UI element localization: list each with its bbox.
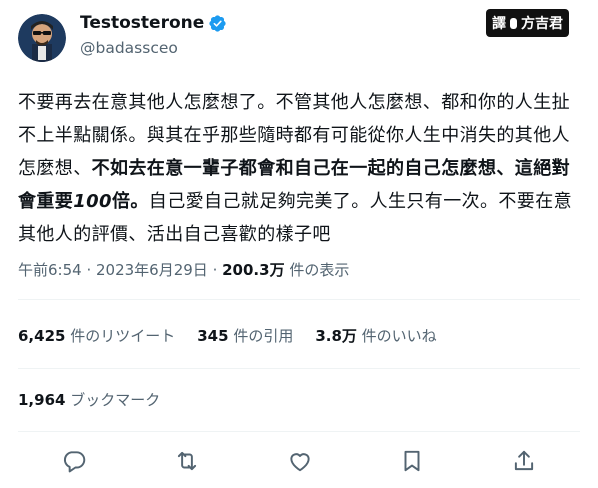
like-label: 件のいいね (356, 327, 437, 345)
meta-separator: · (207, 261, 223, 279)
author-handle[interactable]: @badassceo (80, 38, 178, 58)
tweet-text-bold-end: 倍。 (111, 191, 149, 212)
author-name[interactable]: Testosterone (80, 12, 227, 34)
tweet-time[interactable]: 午前6:54 (18, 261, 82, 279)
tweet-header: Testosterone @badassceo 譯 方吉君 (0, 0, 598, 72)
retweet-icon (177, 451, 197, 471)
bookmark-count-link[interactable]: 1,964 ブックマーク (18, 390, 160, 410)
bookmark-button[interactable] (399, 448, 425, 474)
tweet-text: 不要再去在意其他人怎麼想了。不管其他人怎麼想、都和你的人生扯不上半點關係。與其在… (18, 86, 583, 251)
meta-separator: · (81, 261, 96, 279)
reply-icon (63, 451, 86, 473)
retweet-label: 件のリツイート (65, 327, 176, 345)
retweet-button[interactable] (174, 448, 200, 474)
tweet-text-bold-italic: 100 (73, 191, 112, 212)
bookmark-icon (404, 450, 420, 472)
view-count-label: 件の表示 (284, 261, 350, 279)
divider (18, 431, 580, 432)
divider (18, 299, 580, 300)
tweet-actions (0, 444, 598, 478)
view-count: 200.3万 (222, 261, 285, 279)
tweet-meta: 午前6:54 · 2023年6月29日 · 200.3万 件の表示 (18, 260, 349, 280)
reply-button[interactable] (61, 448, 87, 474)
watermark-left: 譯 (492, 16, 506, 32)
bookmark-label: ブックマーク (65, 391, 161, 409)
translator-watermark: 譯 方吉君 (486, 9, 569, 37)
retweet-count-link[interactable]: 6,425 件のリツイート (18, 326, 175, 346)
engagement-stats: 6,425 件のリツイート 345 件の引用 3.8万 件のいいね (18, 326, 459, 346)
quote-count: 345 (197, 327, 229, 345)
author-name-text: Testosterone (80, 13, 205, 33)
share-button[interactable] (511, 448, 537, 474)
like-button[interactable] (287, 448, 313, 474)
share-icon (514, 450, 534, 471)
retweet-count: 6,425 (18, 327, 66, 345)
like-count-link[interactable]: 3.8万 件のいいね (315, 326, 436, 346)
watermark-dot (510, 17, 517, 29)
quote-count-link[interactable]: 345 件の引用 (197, 326, 293, 346)
like-count: 3.8万 (315, 327, 357, 345)
tweet-date[interactable]: 2023年6月29日 (96, 261, 208, 279)
avatar[interactable] (18, 14, 66, 62)
like-icon (290, 453, 310, 472)
verified-badge-icon (209, 14, 226, 32)
watermark-right: 方吉君 (521, 16, 563, 32)
bookmark-count: 1,964 (18, 391, 66, 409)
divider (18, 368, 580, 369)
quote-label: 件の引用 (228, 327, 294, 345)
